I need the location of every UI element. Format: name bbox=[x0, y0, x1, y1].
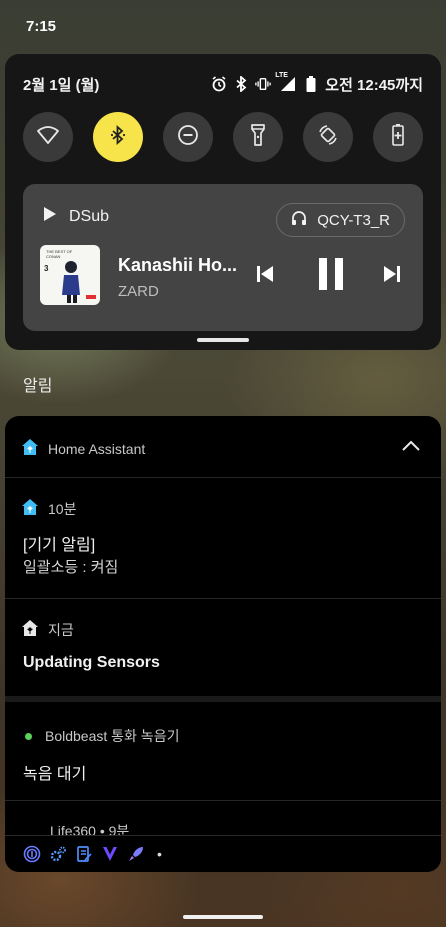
collapse-chevron-icon[interactable] bbox=[401, 438, 421, 457]
v-app-icon bbox=[101, 845, 119, 863]
signal-icon: LTE bbox=[275, 72, 297, 92]
quick-settings-panel: 2월 1일 (월) LTE 오전 12:45까지 DSub QCY-T3_R T… bbox=[5, 54, 441, 350]
status-time: 7:15 bbox=[26, 18, 57, 35]
recording-status-dot bbox=[25, 732, 32, 740]
notification-meta: 지금 bbox=[21, 619, 74, 640]
play-icon bbox=[43, 206, 57, 227]
wifi-icon bbox=[37, 125, 59, 149]
previous-button[interactable] bbox=[251, 262, 279, 290]
rocket-app-icon bbox=[127, 845, 145, 863]
qs-date[interactable]: 2월 1일 (월) bbox=[23, 74, 99, 95]
qs-expand-handle[interactable] bbox=[197, 338, 249, 342]
tile-flashlight[interactable] bbox=[233, 112, 283, 162]
group-app-row: Home Assistant bbox=[21, 438, 145, 459]
output-device-name: QCY-T3_R bbox=[317, 211, 390, 229]
tile-wifi[interactable] bbox=[23, 112, 73, 162]
next-button[interactable] bbox=[378, 262, 406, 290]
pause-icon bbox=[317, 257, 345, 295]
recorder-app-name: Boldbeast 통화 녹음기 bbox=[45, 728, 180, 744]
notification-time: 지금 bbox=[48, 621, 74, 638]
tile-battery-saver[interactable] bbox=[373, 112, 423, 162]
battery-icon bbox=[303, 76, 319, 92]
fingerprint-icon bbox=[23, 845, 41, 863]
bluetooth-status-icon bbox=[233, 76, 249, 92]
flashlight-icon bbox=[251, 123, 265, 151]
notification-time: 10분 bbox=[48, 500, 77, 517]
track-title: Kanashii Ho... bbox=[118, 255, 238, 275]
do-not-disturb-icon bbox=[177, 124, 199, 151]
home-assistant-outline-icon bbox=[21, 619, 39, 640]
notification-life360-partial[interactable]: Life360 • 9분 bbox=[5, 801, 441, 839]
notification-item[interactable]: 10분 [기기 알림] 일괄소등 : 켜짐 bbox=[5, 478, 441, 599]
vibrate-icon bbox=[255, 76, 272, 92]
pause-button[interactable] bbox=[311, 256, 351, 296]
quick-settings-header: 2월 1일 (월) LTE 오전 12:45까지 bbox=[23, 72, 423, 95]
notification-title: Updating Sensors bbox=[23, 654, 160, 671]
overflow-more-dot: • bbox=[157, 846, 162, 862]
media-app-name: DSub bbox=[69, 207, 110, 225]
recorder-status-text: 녹음 대기 bbox=[23, 766, 87, 783]
notifications-section-label: 알림 bbox=[23, 378, 53, 395]
notification-meta: Boldbeast 통화 녹음기 bbox=[21, 726, 179, 746]
skip-next-icon bbox=[382, 264, 402, 289]
auto-rotate-icon bbox=[317, 124, 339, 151]
track-artist: ZARD bbox=[118, 283, 159, 300]
navigation-home-handle[interactable] bbox=[183, 915, 263, 919]
headphones-icon bbox=[291, 210, 307, 230]
home-assistant-icon bbox=[21, 498, 39, 519]
skip-previous-icon bbox=[255, 264, 275, 289]
notification-panel: Home Assistant 10분 [기기 알림] 일괄소등 : 켜짐 지금 … bbox=[5, 416, 441, 872]
tile-do-not-disturb[interactable] bbox=[163, 112, 213, 162]
network-type-label: LTE bbox=[275, 72, 288, 79]
notification-title: [기기 알림] bbox=[23, 537, 96, 554]
media-player-card[interactable]: DSub QCY-T3_R THE BEST OF CONAN 3 Kanash… bbox=[23, 184, 423, 331]
qs-status-icons: LTE 오전 12:45까지 bbox=[211, 72, 423, 95]
group-app-name: Home Assistant bbox=[48, 440, 146, 457]
output-device-chip[interactable]: QCY-T3_R bbox=[276, 203, 405, 237]
notification-group-header[interactable]: Home Assistant bbox=[5, 416, 441, 478]
tile-auto-rotate[interactable] bbox=[303, 112, 353, 162]
battery-saver-icon bbox=[392, 123, 404, 151]
album-figure bbox=[62, 261, 96, 303]
quick-tiles bbox=[23, 112, 423, 162]
album-art: THE BEST OF CONAN 3 bbox=[40, 245, 100, 305]
home-assistant-icon bbox=[21, 438, 39, 459]
status-bar: 7:15 bbox=[26, 18, 56, 35]
media-app-row: DSub bbox=[43, 206, 109, 227]
notification-text: 일괄소등 : 켜짐 bbox=[23, 559, 119, 576]
bluetooth-icon bbox=[110, 124, 126, 150]
notification-overflow-icons[interactable]: • bbox=[5, 835, 441, 872]
tile-bluetooth[interactable] bbox=[93, 112, 143, 162]
notification-recorder[interactable]: Boldbeast 통화 녹음기 녹음 대기 bbox=[5, 702, 441, 801]
edit-document-icon bbox=[75, 845, 93, 863]
qs-clock-text: 오전 12:45까지 bbox=[325, 76, 423, 94]
alarm-icon bbox=[211, 76, 227, 92]
notification-meta: 10분 bbox=[21, 498, 76, 519]
notification-item[interactable]: 지금 Updating Sensors bbox=[5, 599, 441, 696]
settings-gear-icon bbox=[49, 845, 67, 863]
